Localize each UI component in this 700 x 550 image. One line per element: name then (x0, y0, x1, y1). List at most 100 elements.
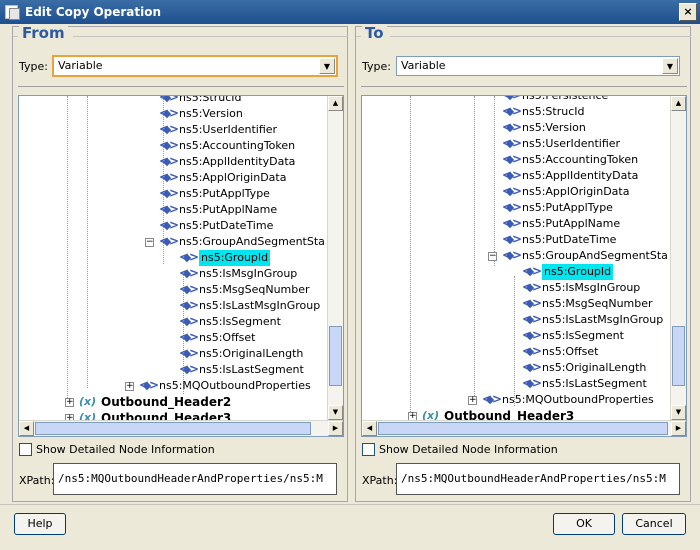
from-hscroll-thumb[interactable] (35, 422, 311, 435)
scroll-down-icon[interactable]: ▼ (671, 405, 686, 420)
tree-node-label: ns5:GroupId (542, 264, 614, 280)
to-horizontal-scrollbar[interactable]: ◀ ▶ (362, 420, 686, 436)
from-vscroll-thumb[interactable] (329, 326, 342, 386)
to-tree[interactable]: ns5:Persistencens5:StrucId ns5:Version ns5… (361, 95, 687, 437)
tree-node[interactable]: − ns5:GroupAndSegmentStatus (145, 233, 324, 250)
tree-node-label: ns5:ApplOriginData (179, 171, 287, 184)
to-show-detail-label: Show Detailed Node Information (379, 443, 558, 456)
scroll-up-icon[interactable]: ▲ (328, 96, 343, 111)
tree-node[interactable]: ns5:OriginalLength (179, 345, 303, 362)
tree-node-label: ns5:Offset (199, 331, 256, 344)
checkbox-box[interactable] (19, 443, 32, 456)
collapse-icon[interactable]: − (488, 251, 497, 261)
tree-node[interactable]: ns5:MsgSeqNumber (522, 295, 653, 312)
from-show-detail-checkbox[interactable]: Show Detailed Node Information (19, 443, 215, 456)
chevron-down-icon[interactable]: ▼ (319, 58, 335, 74)
to-vertical-scrollbar[interactable]: ▲ ▼ (670, 96, 686, 420)
chevron-down-icon[interactable]: ▼ (662, 58, 678, 74)
tree-node[interactable]: ns5:Version (159, 105, 243, 122)
from-show-detail-label: Show Detailed Node Information (36, 443, 215, 456)
help-button[interactable]: Help (14, 513, 66, 535)
tree-node[interactable]: ns5:IsSegment (179, 313, 281, 330)
tree-node[interactable]: ns5:GroupId (522, 263, 614, 280)
tree-node-label: ns5:ApplIdentityData (179, 155, 296, 168)
element-node-icon (159, 201, 179, 217)
tree-node[interactable]: ns5:UserIdentifier (502, 135, 620, 152)
scroll-right-icon[interactable]: ▶ (671, 421, 686, 436)
tree-node[interactable]: − ns5:GroupAndSegmentStatus (488, 247, 667, 264)
to-show-detail-checkbox[interactable]: Show Detailed Node Information (362, 443, 558, 456)
element-node-icon (159, 185, 179, 201)
tree-node[interactable]: ns5:ApplIdentityData (159, 153, 296, 170)
tree-node[interactable]: + ns5:MQOutboundProperties (468, 391, 654, 408)
expand-icon[interactable]: + (408, 411, 417, 420)
tree-node[interactable]: ns5:Offset (179, 329, 256, 346)
scroll-up-icon[interactable]: ▲ (671, 96, 686, 111)
tree-node[interactable]: ns5:Offset (522, 343, 598, 360)
to-type-label: Type: (362, 60, 391, 73)
tree-node[interactable]: ns5:UserIdentifier (159, 121, 277, 138)
tree-node[interactable]: ns5:GroupId (179, 249, 271, 266)
tree-node[interactable]: ns5:AccountingToken (502, 151, 638, 168)
scroll-left-icon[interactable]: ◀ (362, 421, 377, 436)
cancel-button[interactable]: Cancel (622, 513, 686, 535)
from-xpath-field[interactable]: /ns5:MQOutboundHeaderAndProperties/ns5:M (53, 463, 337, 495)
scroll-down-icon[interactable]: ▼ (328, 405, 343, 420)
tree-node[interactable]: + (x) Outbound_Header3 (408, 408, 574, 420)
scroll-right-icon[interactable]: ▶ (328, 421, 343, 436)
from-panel: From Type: Variable ▼ ns5:StrucId ns5:Ver… (12, 24, 348, 502)
checkbox-box[interactable] (362, 443, 375, 456)
tree-node[interactable]: ns5:IsMsgInGroup (179, 265, 297, 282)
tree-node-label: ns5:StrucId (522, 105, 585, 118)
tree-node[interactable]: ns5:ApplIdentityData (502, 167, 639, 184)
tree-node[interactable]: ns5:Version (502, 119, 586, 136)
tree-node[interactable]: ns5:PutApplName (502, 215, 620, 232)
tree-node[interactable]: ns5:PutApplType (502, 199, 613, 216)
from-separator (18, 86, 344, 87)
to-tree-content: ns5:Persistencens5:StrucId ns5:Version ns5… (362, 96, 667, 420)
tree-guide-line (410, 96, 411, 418)
to-type-dropdown[interactable]: Variable ▼ (396, 56, 680, 76)
from-horizontal-scrollbar[interactable]: ◀ ▶ (19, 420, 343, 436)
tree-node[interactable]: ns5:ApplOriginData (159, 169, 287, 186)
to-hscroll-thumb[interactable] (378, 422, 668, 435)
tree-node[interactable]: ns5:ApplOriginData (502, 183, 629, 200)
scroll-left-icon[interactable]: ◀ (19, 421, 34, 436)
element-node-icon (159, 169, 179, 185)
from-type-dropdown[interactable]: Variable ▼ (52, 55, 338, 77)
tree-node[interactable]: ns5:OriginalLength (522, 359, 646, 376)
tree-node[interactable]: ns5:AccountingToken (159, 137, 295, 154)
tree-node[interactable]: ns5:PutApplName (159, 201, 277, 218)
element-node-icon (179, 265, 199, 281)
to-vscroll-thumb[interactable] (672, 326, 685, 386)
tree-node[interactable]: ns5:IsLastSegment (522, 375, 647, 392)
tree-node[interactable]: ns5:IsLastMsgInGroup (179, 297, 320, 314)
tree-node[interactable]: ns5:PutApplType (159, 185, 270, 202)
from-tree[interactable]: ns5:StrucId ns5:Version ns5:UserIdentifier… (18, 95, 344, 437)
tree-node[interactable]: + (x) Outbound_Header3 (65, 410, 231, 420)
tree-node[interactable]: ns5:MsgSeqNumber (179, 281, 310, 298)
collapse-icon[interactable]: − (145, 237, 154, 247)
to-xpath-field[interactable]: /ns5:MQOutboundHeaderAndProperties/ns5:M (396, 463, 680, 495)
to-type-value: Variable (401, 59, 446, 72)
tree-node[interactable]: ns5:IsSegment (522, 327, 624, 344)
element-node-icon (159, 153, 179, 169)
element-node-icon (179, 281, 199, 297)
close-button[interactable]: × (679, 3, 697, 21)
tree-node[interactable]: + ns5:MQOutboundProperties (125, 377, 311, 394)
tree-node[interactable]: ns5:IsLastMsgInGroup (522, 311, 663, 328)
tree-node[interactable]: ns5:IsMsgInGroup (522, 279, 640, 296)
tree-node[interactable]: + (x) Outbound_Header2 (65, 394, 231, 410)
from-vertical-scrollbar[interactable]: ▲ ▼ (327, 96, 343, 420)
element-node-icon (502, 215, 522, 231)
expand-icon[interactable]: + (65, 397, 74, 407)
tree-node-label: ns5:ApplIdentityData (522, 169, 639, 182)
tree-node[interactable]: ns5:StrucId (502, 103, 585, 120)
element-node-icon (502, 119, 522, 135)
ok-button[interactable]: OK (553, 513, 615, 535)
tree-node[interactable]: ns5:PutDateTime (502, 231, 616, 248)
expand-icon[interactable]: + (468, 395, 477, 405)
tree-node[interactable]: ns5:PutDateTime (159, 217, 273, 234)
expand-icon[interactable]: + (125, 381, 134, 391)
tree-node[interactable]: ns5:IsLastSegment (179, 361, 304, 378)
